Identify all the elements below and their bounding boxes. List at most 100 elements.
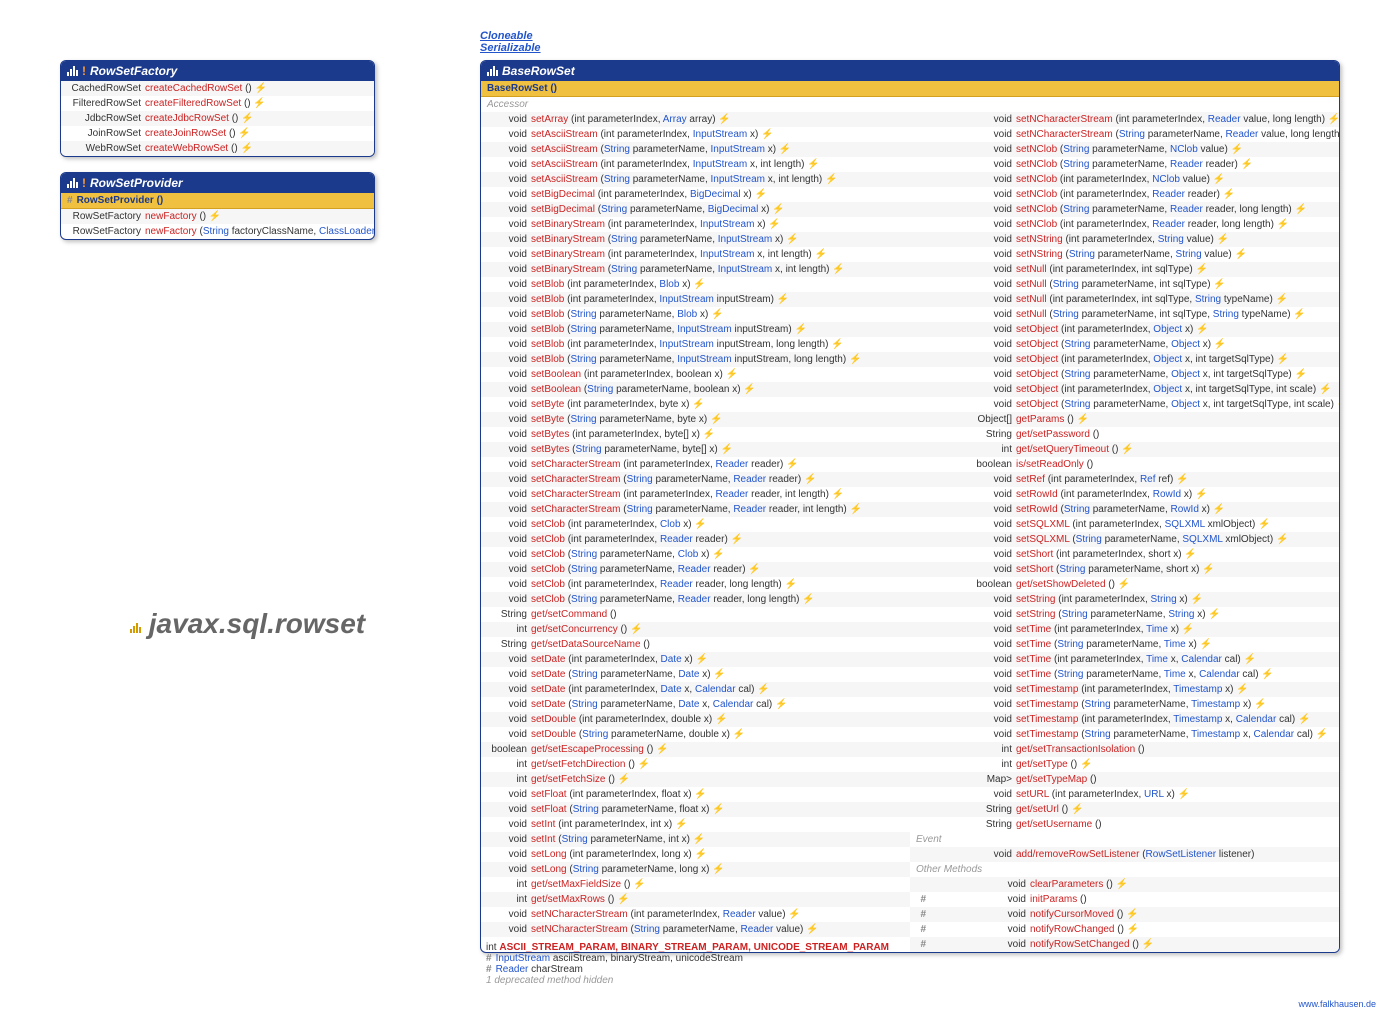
method-row: booleanget/setShowDeleted () ⚡ bbox=[910, 577, 1339, 592]
link-serializable[interactable]: Serializable bbox=[480, 42, 541, 54]
method-row: CachedRowSetcreateCachedRowSet () ⚡ bbox=[61, 81, 374, 96]
bars-icon bbox=[67, 178, 78, 188]
method-row: voidsetTime (int parameterIndex, Time x,… bbox=[910, 652, 1339, 667]
method-row: voidsetDate (int parameterIndex, Date x,… bbox=[481, 682, 910, 697]
package-title: javax.sql.rowset bbox=[130, 608, 365, 640]
method-row: voidsetObject (String parameterName, Obj… bbox=[910, 367, 1339, 382]
method-row: voidsetRowId (int parameterIndex, RowId … bbox=[910, 487, 1339, 502]
link-cloneable[interactable]: Cloneable bbox=[480, 30, 541, 42]
method-row: voidsetBytes (int parameterIndex, byte[]… bbox=[481, 427, 910, 442]
bars-icon bbox=[130, 623, 141, 633]
method-row: voidsetNClob (String parameterName, Read… bbox=[910, 202, 1339, 217]
method-row: voidsetClob (String parameterName, Reade… bbox=[481, 562, 910, 577]
method-row: voidsetNCharacterStream (String paramete… bbox=[481, 922, 910, 937]
method-row: voidsetSQLXML (int parameterIndex, SQLXM… bbox=[910, 517, 1339, 532]
warning-icon: ! bbox=[82, 64, 86, 78]
deprecated-note: 1 deprecated method hidden bbox=[486, 975, 889, 986]
method-row: voidsetByte (int parameterIndex, byte x)… bbox=[481, 397, 910, 412]
method-row: voidsetRef (int parameterIndex, Ref ref)… bbox=[910, 472, 1339, 487]
method-row: voidsetBigDecimal (int parameterIndex, B… bbox=[481, 187, 910, 202]
method-row: intget/setMaxFieldSize () ⚡ bbox=[481, 877, 910, 892]
method-row: intget/setFetchSize () ⚡ bbox=[481, 772, 910, 787]
constructor-row: #RowSetProvider () bbox=[61, 193, 374, 209]
method-row: voidsetTime (String parameterName, Time … bbox=[910, 667, 1339, 682]
method-row: voidsetTime (int parameterIndex, Time x)… bbox=[910, 622, 1339, 637]
method-row: WebRowSetcreateWebRowSet () ⚡ bbox=[61, 141, 374, 156]
method-row: voidsetInt (int parameterIndex, int x) ⚡ bbox=[481, 817, 910, 832]
class-title: RowSetProvider bbox=[90, 176, 183, 190]
method-row: voidsetObject (int parameterIndex, Objec… bbox=[910, 322, 1339, 337]
method-row: voidsetNClob (int parameterIndex, NClob … bbox=[910, 172, 1339, 187]
class-box-rowsetfactory: ! RowSetFactory CachedRowSetcreateCached… bbox=[60, 60, 375, 157]
method-row: voidsetClob (int parameterIndex, Clob x)… bbox=[481, 517, 910, 532]
class-header: BaseRowSet bbox=[481, 61, 1339, 81]
method-row: voidsetNCharacterStream (int parameterIn… bbox=[481, 907, 910, 922]
method-row: Stringget/setDataSourceName () bbox=[481, 637, 910, 652]
top-links: Cloneable Serializable bbox=[480, 30, 541, 54]
method-row: voidsetAsciiStream (int parameterIndex, … bbox=[481, 127, 910, 142]
method-row: intget/setMaxRows () ⚡ bbox=[481, 892, 910, 907]
method-row: voidsetDate (int parameterIndex, Date x)… bbox=[481, 652, 910, 667]
method-row: voidsetSQLXML (String parameterName, SQL… bbox=[910, 532, 1339, 547]
method-row: Map>get/setTypeMap () bbox=[910, 772, 1339, 787]
method-row: voidsetObject (String parameterName, Obj… bbox=[910, 337, 1339, 352]
method-row: voidsetBinaryStream (int parameterIndex,… bbox=[481, 217, 910, 232]
method-row: voidsetLong (String parameterName, long … bbox=[481, 862, 910, 877]
method-row: voidsetObject (int parameterIndex, Objec… bbox=[910, 382, 1339, 397]
method-row: voidsetString (int parameterIndex, Strin… bbox=[910, 592, 1339, 607]
bars-icon bbox=[67, 66, 78, 76]
class-title: BaseRowSet bbox=[502, 64, 575, 78]
method-row: voidsetString (String parameterName, Str… bbox=[910, 607, 1339, 622]
method-row: voidsetBinaryStream (int parameterIndex,… bbox=[481, 247, 910, 262]
class-box-rowsetprovider: ! RowSetProvider #RowSetProvider () RowS… bbox=[60, 172, 375, 240]
method-row: voidsetByte (String parameterName, byte … bbox=[481, 412, 910, 427]
method-row: Stringget/setUrl () ⚡ bbox=[910, 802, 1339, 817]
method-row: voidsetTimestamp (String parameterName, … bbox=[910, 727, 1339, 742]
constants-list: ASCII_STREAM_PARAM, BINARY_STREAM_PARAM,… bbox=[499, 942, 889, 953]
method-row: voidsetNString (int parameterIndex, Stri… bbox=[910, 232, 1339, 247]
method-row: voidsetShort (int parameterIndex, short … bbox=[910, 547, 1339, 562]
method-row: voidsetAsciiStream (String parameterName… bbox=[481, 172, 910, 187]
package-title-text: javax.sql.rowset bbox=[149, 608, 365, 639]
method-row: voidsetClob (int parameterIndex, Reader … bbox=[481, 577, 910, 592]
method-row: voidsetNClob (String parameterName, NClo… bbox=[910, 142, 1339, 157]
method-row: voidsetNString (String parameterName, St… bbox=[910, 247, 1339, 262]
method-row: voidsetFloat (int parameterIndex, float … bbox=[481, 787, 910, 802]
method-row: voidsetFloat (String parameterName, floa… bbox=[481, 802, 910, 817]
method-row: voidsetShort (String parameterName, shor… bbox=[910, 562, 1339, 577]
method-row: Stringget/setUsername () bbox=[910, 817, 1339, 832]
method-row: voidsetCharacterStream (String parameter… bbox=[481, 502, 910, 517]
method-row: #voidnotifyRowChanged () ⚡ bbox=[910, 922, 1339, 937]
method-row: #voidinitParams () bbox=[910, 892, 1339, 907]
method-row: voidsetDouble (String parameterName, dou… bbox=[481, 727, 910, 742]
method-row: intget/setQueryTimeout () ⚡ bbox=[910, 442, 1339, 457]
method-row: intget/setTransactionIsolation () bbox=[910, 742, 1339, 757]
method-row: voidsetDate (String parameterName, Date … bbox=[481, 667, 910, 682]
method-row: voidsetCharacterStream (int parameterInd… bbox=[481, 457, 910, 472]
method-row: voidsetLong (int parameterIndex, long x)… bbox=[481, 847, 910, 862]
method-row: voidsetNull (String parameterName, int s… bbox=[910, 307, 1339, 322]
class-footer: int ASCII_STREAM_PARAM, BINARY_STREAM_PA… bbox=[486, 942, 889, 986]
method-row: voidsetDate (String parameterName, Date … bbox=[481, 697, 910, 712]
warning-icon: ! bbox=[82, 176, 86, 190]
method-row: voidsetTimestamp (int parameterIndex, Ti… bbox=[910, 712, 1339, 727]
method-row: RowSetFactorynewFactory () ⚡ bbox=[61, 209, 374, 224]
method-row: voidsetBinaryStream (String parameterNam… bbox=[481, 232, 910, 247]
method-row: voidadd/removeRowSetListener (RowSetList… bbox=[910, 847, 1339, 862]
method-row: voidsetBlob (String parameterName, Input… bbox=[481, 352, 910, 367]
method-row: voidsetNCharacterStream (int parameterIn… bbox=[910, 112, 1339, 127]
method-row: Stringget/setPassword () bbox=[910, 427, 1339, 442]
method-row: voidsetClob (String parameterName, Clob … bbox=[481, 547, 910, 562]
method-row: voidsetBigDecimal (String parameterName,… bbox=[481, 202, 910, 217]
method-row: RowSetFactorynewFactory (String factoryC… bbox=[61, 224, 374, 239]
class-header: ! RowSetProvider bbox=[61, 173, 374, 193]
method-row: voidsetNull (int parameterIndex, int sql… bbox=[910, 292, 1339, 307]
method-row: booleanget/setEscapeProcessing () ⚡ bbox=[481, 742, 910, 757]
method-row: voidsetBlob (int parameterIndex, InputSt… bbox=[481, 337, 910, 352]
method-row: voidsetArray (int parameterIndex, Array … bbox=[481, 112, 910, 127]
method-row: voidsetAsciiStream (String parameterName… bbox=[481, 142, 910, 157]
method-row: Object[]getParams () ⚡ bbox=[910, 412, 1339, 427]
method-row: FilteredRowSetcreateFilteredRowSet () ⚡ bbox=[61, 96, 374, 111]
method-row: voidsetNull (String parameterName, int s… bbox=[910, 277, 1339, 292]
method-row: voidsetCharacterStream (String parameter… bbox=[481, 472, 910, 487]
